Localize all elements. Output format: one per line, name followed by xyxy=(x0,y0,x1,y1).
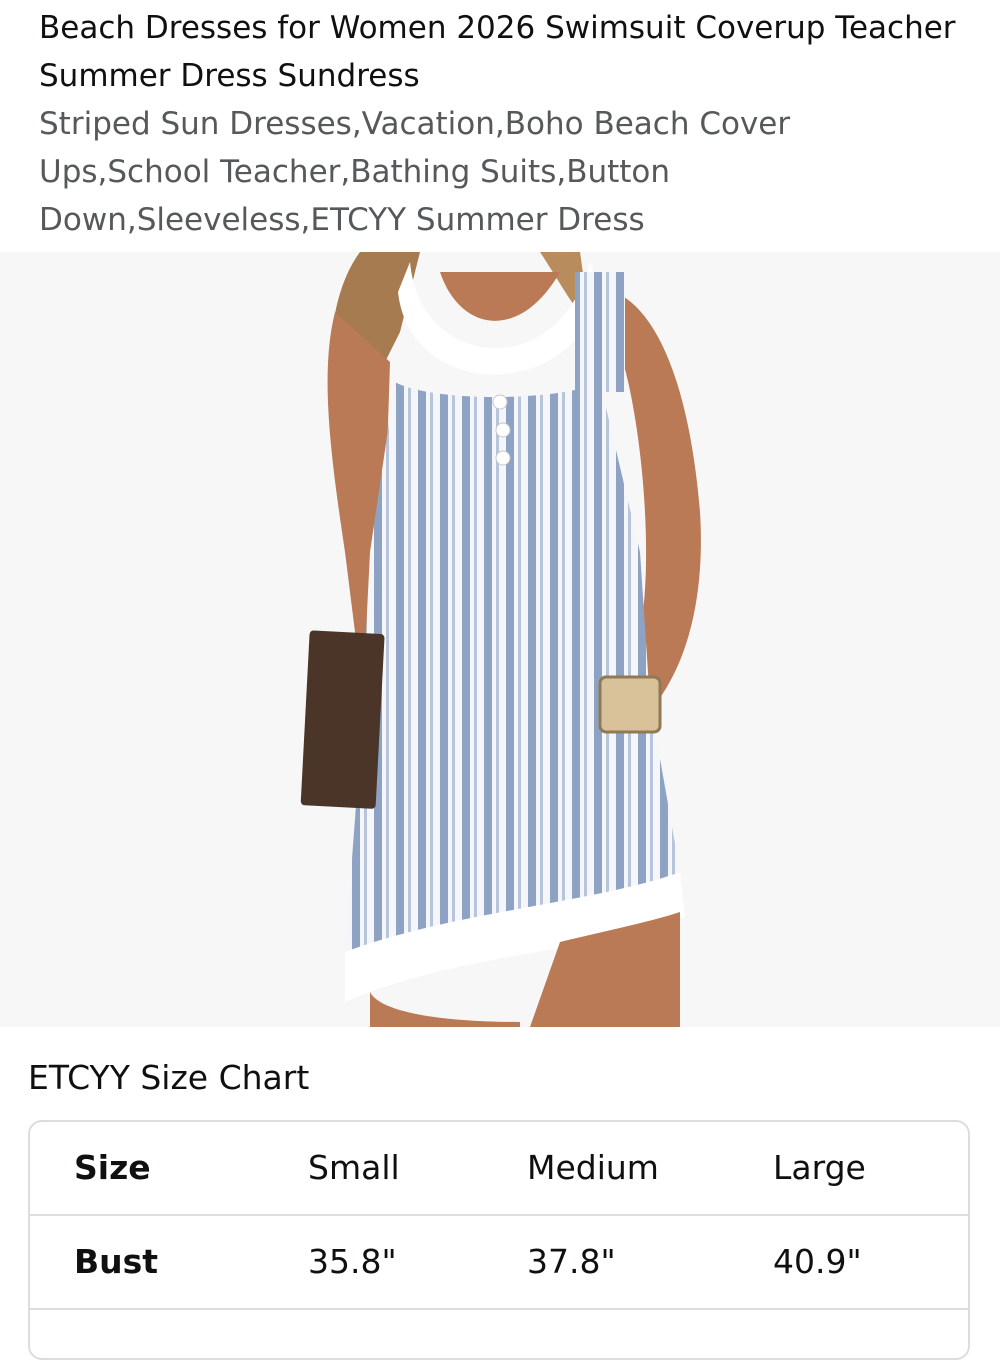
size-chart-row-next xyxy=(30,1310,968,1358)
size-chart-table: Size Small Medium Large Bust 35.8" 37.8"… xyxy=(28,1120,970,1360)
column-header-small: Small xyxy=(308,1148,400,1187)
size-chart-row-bust: Bust 35.8" 37.8" 40.9" xyxy=(30,1216,968,1310)
product-subtitle: Striped Sun Dresses,Vacation,Boho Beach … xyxy=(39,106,791,238)
column-header-size: Size xyxy=(74,1148,151,1187)
dress-illustration xyxy=(300,252,701,1027)
product-title: Beach Dresses for Women 2026 Swimsuit Co… xyxy=(39,10,956,94)
size-chart-header-row: Size Small Medium Large xyxy=(30,1122,968,1216)
bust-medium-value: 37.8" xyxy=(527,1242,616,1281)
column-header-large: Large xyxy=(773,1148,866,1187)
bust-small-value: 35.8" xyxy=(308,1242,397,1281)
column-header-medium: Medium xyxy=(527,1148,659,1187)
product-title-block: Beach Dresses for Women 2026 Swimsuit Co… xyxy=(39,4,969,244)
product-photo[interactable] xyxy=(0,252,1000,1027)
size-chart-heading: ETCYY Size Chart xyxy=(28,1058,310,1097)
bust-large-value: 40.9" xyxy=(773,1242,862,1281)
row-label-bust: Bust xyxy=(74,1242,159,1281)
